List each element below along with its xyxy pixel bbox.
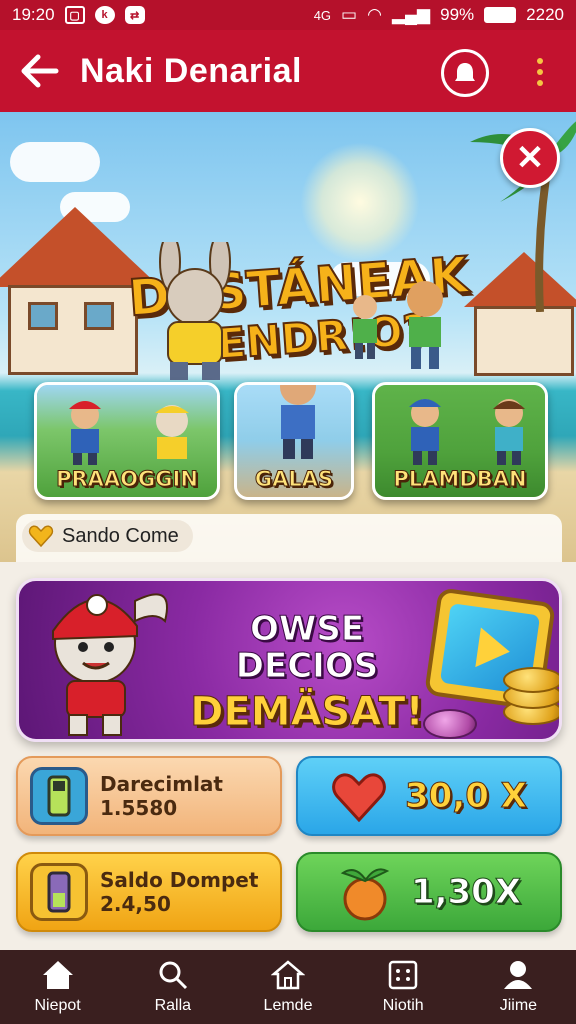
nav-item-dice[interactable]: Niotih: [346, 950, 461, 1024]
fruit-icon: [340, 868, 390, 921]
app-notification-icon: k: [94, 6, 115, 24]
close-icon: ✕: [515, 139, 545, 177]
signal-icon: ▂▄▆: [391, 5, 431, 24]
search-icon: [159, 961, 187, 990]
tile-title: Darecimlat: [100, 772, 223, 796]
battery-card-icon: [30, 863, 88, 921]
heart-icon: [332, 773, 386, 822]
tile-value: 1,30X: [410, 872, 522, 913]
page-title: Naki Denarial: [80, 51, 302, 90]
status-extra-number: 2220: [526, 5, 564, 24]
dog-character: [155, 405, 189, 459]
network-type: 4G: [313, 7, 332, 23]
hero-banner[interactable]: DUSTÁNEAK IDENDR!O? ✕ PRAAOGGIN GALAS PL…: [0, 112, 576, 562]
game-card-label: GALAS: [254, 467, 334, 492]
coin-balance-label: Sando Come: [62, 524, 179, 547]
miner-character: [409, 399, 441, 465]
promo-line1: OWSE DECIOS: [235, 609, 379, 687]
status-time: 19:20: [12, 5, 55, 24]
nav-label: Lemde: [263, 997, 313, 1014]
cast-icon: ▭: [341, 5, 358, 24]
photo-notification-icon: ▢: [64, 6, 85, 24]
nav-item-home[interactable]: Niepot: [0, 950, 115, 1024]
battery-percent: 99%: [440, 5, 475, 24]
tile-multiplier-heart[interactable]: 30,0 X: [296, 756, 562, 836]
tile-value: 1.5580: [100, 796, 178, 820]
fox-mascot: [407, 281, 443, 369]
game-card-label: PLAMDBAN: [393, 467, 527, 492]
battery-icon: [484, 7, 517, 23]
beach-house-left: [0, 207, 160, 387]
rabbit-mascot: [159, 242, 231, 380]
kebab-dot: [537, 58, 543, 64]
notification-button[interactable]: [441, 49, 489, 97]
bell-icon: [455, 63, 475, 81]
status-bar: 19:20 ▢ k ⇄ 4G ▭ ◠ ▂▄▆ 99% 2220: [0, 0, 576, 30]
user-icon: [504, 961, 533, 989]
boy-character: [69, 401, 101, 465]
arrow-left-icon: [21, 54, 59, 88]
nav-label: Jiime: [499, 997, 538, 1014]
kebab-dot: [537, 69, 543, 75]
coin-balance-tag[interactable]: Sando Come: [22, 520, 193, 552]
nav-item-search[interactable]: Ralla: [115, 950, 230, 1024]
kebab-menu-button[interactable]: [530, 52, 550, 92]
nav-label: Niepot: [34, 997, 81, 1014]
tile-value: 30,0 X: [405, 776, 528, 817]
promo-line2: DEMÄSAT!: [190, 688, 424, 735]
home-icon: [42, 961, 73, 989]
app-header: Naki Denarial: [0, 30, 576, 112]
nav-item-house[interactable]: Lemde: [230, 950, 345, 1024]
tile-title: Saldo Dompet: [100, 868, 259, 892]
mascot-red-cap: [52, 593, 168, 736]
gold-heart-icon: [28, 525, 54, 548]
tile-saldo-dompet[interactable]: Saldo Dompet 2.4,50: [16, 852, 282, 932]
wifi-icon: ◠: [367, 5, 382, 24]
promo-banner[interactable]: OWSE DECIOS DEMÄSAT!: [16, 578, 562, 742]
tile-darecimlat[interactable]: Darecimlat 1.5580: [16, 756, 282, 836]
tile-value: 2.4,50: [100, 892, 171, 916]
coin-icon: [423, 709, 477, 739]
play-icon: [475, 627, 513, 672]
kid-mascot-green: [353, 295, 377, 359]
worker-character: [280, 385, 316, 459]
promo-text: OWSE DECIOS DEMÄSAT!: [177, 609, 437, 735]
cloud: [10, 142, 100, 182]
game-card-label: PRAAOGGIN: [56, 467, 199, 492]
kid-character: [493, 399, 525, 465]
nav-item-profile[interactable]: Jiime: [461, 950, 576, 1024]
back-button[interactable]: [0, 30, 80, 112]
sun-glow: [300, 142, 420, 262]
dice-icon: [388, 960, 418, 990]
game-card-1[interactable]: PRAAOGGIN: [34, 382, 220, 500]
bottom-nav: Niepot Ralla Lemde Niotih Jiime: [0, 950, 576, 1024]
game-card-3[interactable]: PLAMDBAN: [372, 382, 548, 500]
nav-label: Niotih: [382, 997, 424, 1014]
close-button[interactable]: ✕: [500, 128, 560, 188]
tile-multiplier-fruit[interactable]: 1,30X: [296, 852, 562, 932]
house-outline-icon: [271, 960, 305, 990]
game-notification-icon: ⇄: [124, 6, 145, 24]
nav-label: Ralla: [154, 997, 192, 1014]
coin-stack-icon: [503, 667, 559, 693]
game-card-2[interactable]: GALAS: [234, 382, 354, 500]
battery-card-icon: [30, 767, 88, 825]
kebab-dot: [537, 80, 543, 86]
